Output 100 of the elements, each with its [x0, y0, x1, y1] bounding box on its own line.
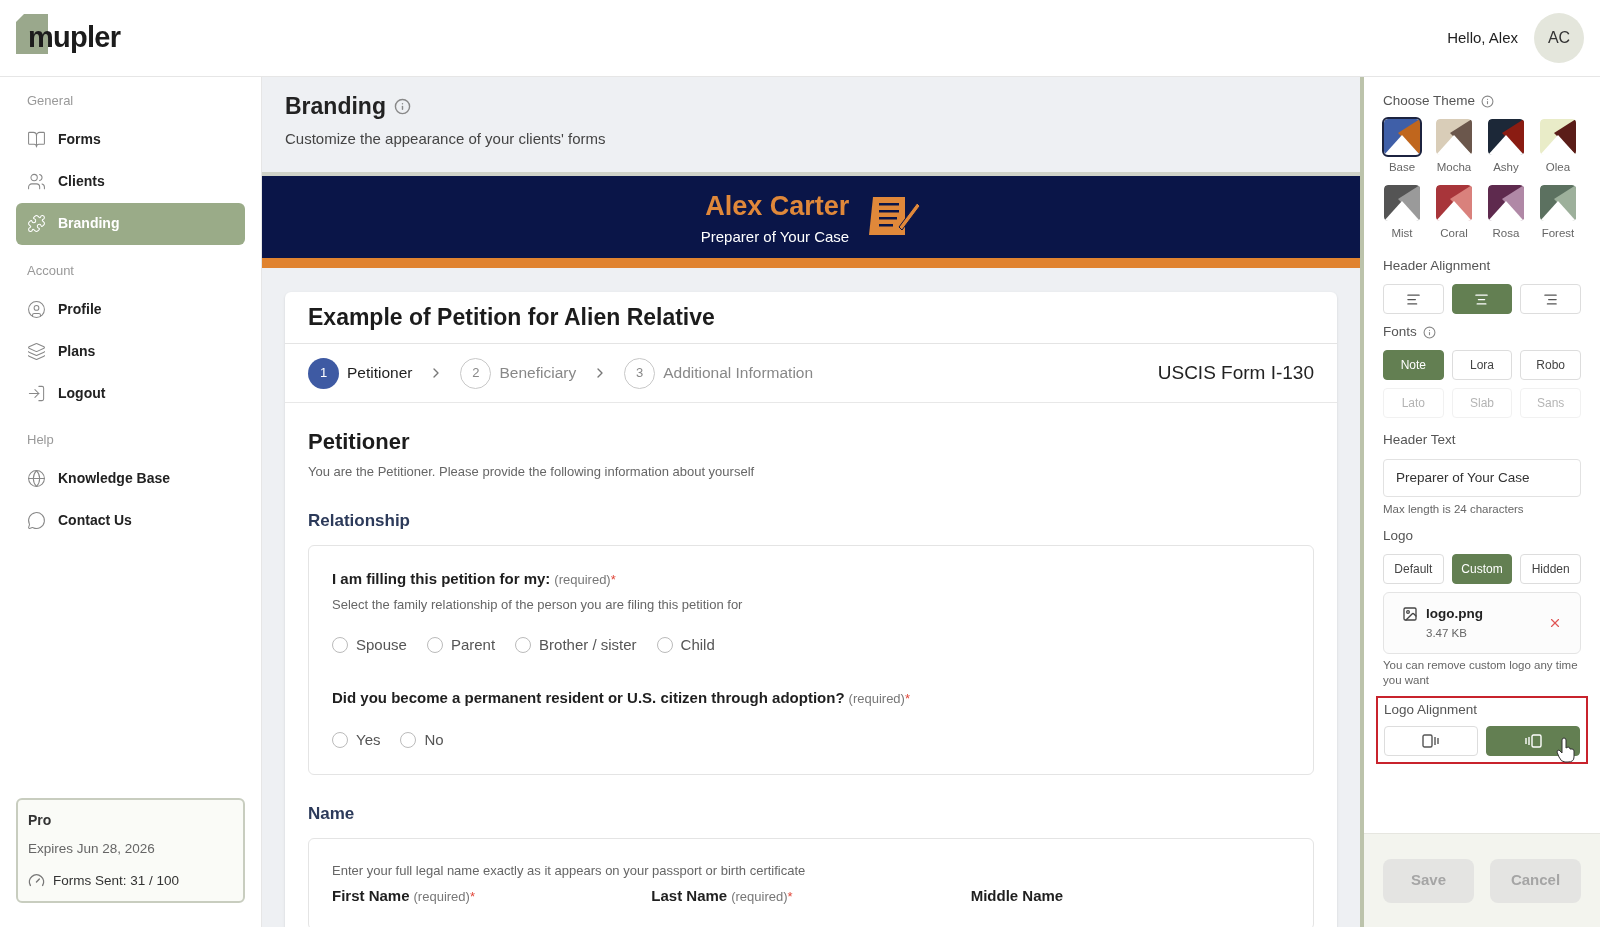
group-title: Relationship — [308, 509, 411, 532]
chat-icon — [27, 511, 46, 530]
form-code: USCIS Form I-130 — [1157, 360, 1314, 385]
book-icon — [27, 130, 46, 149]
question-hint: Select the family relationship of the person you are filing this petition for — [332, 595, 744, 614]
info-icon — [1481, 94, 1495, 108]
plan-expiry: Expires Jun 28, 2026 — [28, 839, 156, 858]
group-title: Name — [308, 802, 356, 825]
setting-title: Logo — [1383, 526, 1414, 545]
theme-option[interactable]: Ashy — [1487, 119, 1525, 177]
logo-center-icon — [1524, 734, 1542, 749]
info-icon — [393, 97, 411, 115]
step-label: Beneficiary — [499, 363, 577, 384]
logo-option-button[interactable]: Custom — [1451, 554, 1513, 584]
required-note: (required) — [848, 689, 905, 708]
theme-option[interactable]: Forest — [1539, 184, 1577, 242]
theme-option[interactable]: Mist — [1383, 184, 1421, 242]
radio-option[interactable]: Parent — [426, 634, 496, 657]
required-mark: * — [469, 887, 475, 906]
font-button[interactable]: Lora — [1451, 350, 1513, 381]
radio-option[interactable]: Brother / sister — [515, 634, 637, 657]
brand-logo: mupler — [16, 16, 121, 60]
puzzle-icon — [27, 214, 46, 233]
page-title: Branding — [285, 92, 386, 121]
plan-name: Pro — [28, 810, 53, 830]
sidebar-item[interactable]: Profile — [16, 288, 245, 330]
step[interactable]: 2 Beneficiary — [460, 357, 577, 389]
align-center-icon — [1474, 291, 1490, 307]
theme-name: Base — [1388, 160, 1416, 176]
step-label: Additional Information — [663, 363, 814, 384]
layers-icon — [27, 341, 46, 361]
radio-option[interactable]: No — [400, 729, 444, 752]
field-hint: Max length is 24 characters — [1383, 501, 1525, 517]
logo-option-button[interactable]: Hidden — [1520, 554, 1581, 584]
question-label: First Name — [332, 885, 410, 906]
required-mark: * — [787, 887, 793, 906]
radio-option[interactable]: Yes — [332, 729, 381, 752]
globe-icon — [27, 469, 46, 488]
theme-option[interactable]: Olea — [1539, 119, 1577, 177]
step-number: 1 — [308, 357, 339, 389]
people-icon — [27, 172, 46, 191]
required-mark: * — [610, 571, 616, 589]
logo-left-icon — [1422, 734, 1440, 749]
step[interactable]: 1 Petitioner — [308, 357, 413, 389]
file-name: logo.png — [1426, 605, 1483, 624]
header-text-field[interactable]: Preparer of Your Case — [1383, 458, 1581, 497]
theme-name: Rosa — [1492, 225, 1520, 241]
sidebar-item[interactable]: Clients — [16, 160, 245, 203]
alignment-button[interactable] — [1451, 284, 1513, 314]
theme-name: Ashy — [1493, 160, 1519, 176]
logo-note: You can remove custom logo any time you want — [1383, 658, 1579, 688]
section-title: General — [26, 92, 75, 110]
required-note: (required) — [554, 571, 611, 589]
sidebar-item[interactable]: Knowledge Base — [16, 457, 245, 500]
theme-name: Coral — [1440, 225, 1468, 241]
step-label: Petitioner — [347, 363, 413, 384]
close-icon[interactable] — [1548, 616, 1562, 630]
question-label: Last Name — [651, 885, 728, 906]
font-button[interactable]: Note — [1383, 350, 1444, 381]
sidebar-item[interactable]: Logout — [16, 372, 245, 414]
user-circle-icon — [27, 299, 46, 319]
header-text: Preparer of Your Case — [700, 227, 850, 247]
theme-name: Mocha — [1436, 160, 1472, 176]
file-size: 3.47 KB — [1426, 625, 1468, 641]
section-heading: Petitioner — [308, 428, 411, 456]
field-hint: Enter your full legal name exactly as it appears on your passport or birth certificate — [332, 862, 807, 880]
required-mark: * — [904, 689, 910, 708]
info-icon — [1422, 325, 1436, 339]
hand-cursor-icon — [1555, 737, 1577, 764]
radio-option[interactable]: Spouse — [332, 634, 407, 657]
font-button[interactable]: Robo — [1520, 350, 1581, 381]
question-label: Middle Name — [970, 885, 1064, 906]
theme-option[interactable]: Base — [1383, 119, 1421, 177]
greeting: Hello, Alex — [1447, 27, 1518, 48]
setting-title: Choose Theme — [1383, 92, 1476, 110]
sidebar-item[interactable]: Forms — [16, 118, 245, 161]
radio-option[interactable]: Child — [656, 634, 715, 657]
sidebar-item[interactable]: Contact Us — [16, 499, 245, 542]
theme-name: Olea — [1545, 160, 1571, 176]
setting-title: Logo Alignment — [1384, 701, 1478, 719]
question-label: Did you become a permanent resident or U.S. citizen through adoption? — [332, 687, 845, 708]
image-icon — [1402, 606, 1418, 623]
setting-title: Fonts — [1383, 323, 1417, 341]
theme-name: Mist — [1391, 225, 1413, 241]
align-left-icon — [1405, 291, 1421, 307]
logo-option-button[interactable]: Default — [1383, 554, 1444, 584]
theme-option[interactable]: Mocha — [1435, 119, 1473, 177]
header-name: Alex Carter — [705, 189, 850, 223]
align-right-icon — [1543, 291, 1559, 307]
user-avatar[interactable]: AC — [1534, 13, 1584, 63]
usage-text: Forms Sent: 31 / 100 — [53, 871, 180, 890]
step[interactable]: 3 Additional Information — [624, 357, 814, 389]
theme-option[interactable]: Coral — [1435, 184, 1473, 242]
section-title: Account — [26, 261, 75, 280]
form-title: Example of Petition for Alien Relative — [308, 303, 715, 333]
theme-option[interactable]: Rosa — [1487, 184, 1525, 242]
sidebar-item[interactable]: Plans — [16, 330, 245, 372]
setting-title: Header Alignment — [1383, 256, 1491, 275]
theme-name: Forest — [1541, 225, 1575, 241]
section-title: Help — [26, 431, 55, 449]
